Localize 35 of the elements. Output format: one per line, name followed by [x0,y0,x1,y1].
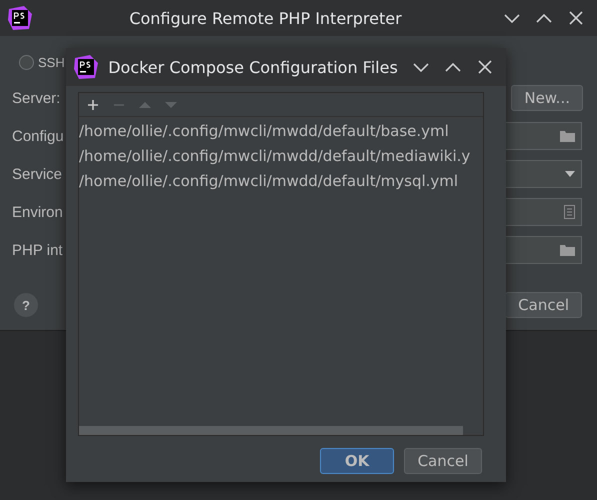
app-logo-icon [74,55,98,79]
dialog-title: Docker Compose Configuration Files [107,58,399,76]
folder-icon[interactable] [560,130,575,142]
folder-icon[interactable] [560,244,575,256]
field-label: PHP int [12,242,63,258]
document-icon[interactable] [564,205,575,219]
file-path-item[interactable]: /home/ollie/.config/mwcli/mwdd/default/mediawiki.y [79,144,483,169]
input-field[interactable] [506,236,582,264]
scrollbar-thumb[interactable] [79,426,463,435]
input-field[interactable] [506,122,582,150]
ok-button[interactable]: OK [320,448,394,474]
file-path-item[interactable]: /home/ollie/.config/mwcli/mwdd/default/base.yml [79,119,483,144]
minimize-icon [504,13,520,23]
input-field[interactable] [506,198,582,226]
maximize-icon [536,13,552,23]
cancel-button[interactable]: Cancel [505,292,582,318]
add-icon [87,98,99,110]
radio-button[interactable] [19,54,34,70]
caret-icon[interactable] [565,171,575,177]
close-icon [478,60,492,74]
close-icon [569,11,583,25]
field-label: Service [12,166,62,182]
minimize-icon [413,62,429,72]
dropdown-field[interactable] [506,160,582,188]
cancel-button[interactable]: Cancel [404,448,482,474]
window-title: Configure Remote PHP Interpreter [128,8,403,28]
file-path-item[interactable]: /home/ollie/.config/mwcli/mwdd/default/mysql.yml [79,169,483,194]
field-label: Configu [12,128,64,144]
radio-label: SSH [38,54,65,70]
maximize-icon [445,62,461,72]
app-logo-icon [8,6,32,30]
field-label: Environ [12,204,63,220]
field-label: Server: [12,90,60,106]
help-button[interactable]: ? [14,293,38,317]
new-button[interactable]: New... [511,85,583,111]
